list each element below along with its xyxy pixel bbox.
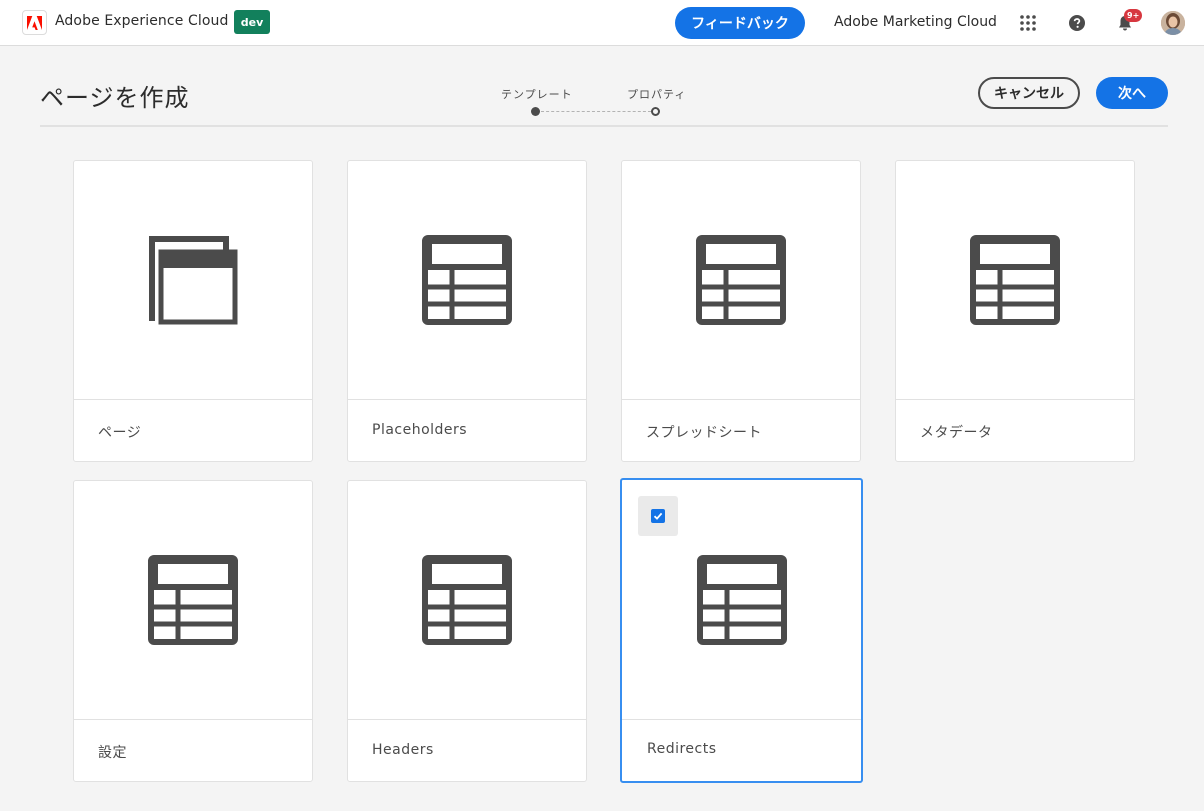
environment-badge: dev	[234, 10, 270, 34]
organization-switcher[interactable]: Adobe Marketing Cloud	[834, 14, 997, 30]
template-card-headers[interactable]: Headers	[347, 480, 587, 782]
card-title: Placeholders	[372, 422, 468, 438]
card-preview	[74, 161, 312, 400]
cancel-button[interactable]: キャンセル	[978, 77, 1080, 109]
card-preview	[622, 161, 860, 400]
title-divider	[40, 125, 1168, 127]
table-template-icon	[422, 235, 512, 325]
table-template-icon	[422, 555, 512, 645]
step-properties-label: プロパティ	[627, 88, 687, 101]
template-card-redirects[interactable]: Redirects	[620, 478, 863, 783]
next-button[interactable]: 次へ	[1096, 77, 1168, 109]
checkmark-icon	[651, 509, 665, 523]
template-card-spreadsheet[interactable]: スプレッドシート	[621, 160, 861, 462]
step-template-indicator	[531, 107, 540, 116]
top-navigation-bar: Adobe Experience Cloud dev フィードバック Adobe…	[0, 0, 1204, 46]
template-card-metadata[interactable]: メタデータ	[895, 160, 1135, 462]
notification-count-badge: 9+	[1124, 9, 1143, 22]
card-title: Redirects	[647, 741, 717, 757]
table-template-icon	[148, 555, 238, 645]
template-card-placeholders[interactable]: Placeholders	[347, 160, 587, 462]
step-progress-line	[541, 111, 651, 112]
table-template-icon	[697, 555, 787, 645]
brand-name[interactable]: Adobe Experience Cloud	[55, 13, 228, 29]
page-template-icon	[148, 235, 238, 325]
page-title: ページを作成	[40, 84, 190, 112]
apps-grid-icon[interactable]	[1017, 12, 1039, 34]
adobe-logo-icon[interactable]	[22, 10, 47, 35]
card-preview	[896, 161, 1134, 400]
card-title: スプレッドシート	[646, 425, 762, 441]
card-title: Headers	[372, 742, 434, 758]
card-preview	[348, 481, 586, 720]
card-title: 設定	[98, 745, 127, 761]
card-title: ページ	[98, 425, 142, 441]
card-select-checkbox[interactable]	[638, 496, 678, 536]
feedback-button[interactable]: フィードバック	[675, 7, 805, 39]
help-icon[interactable]	[1066, 12, 1088, 34]
card-title: メタデータ	[920, 425, 993, 441]
card-preview	[74, 481, 312, 720]
step-template-label: テンプレート	[501, 88, 573, 101]
avatar[interactable]	[1161, 11, 1185, 35]
step-properties-indicator	[651, 107, 660, 116]
template-card-page[interactable]: ページ	[73, 160, 313, 462]
template-card-settings[interactable]: 設定	[73, 480, 313, 782]
table-template-icon	[970, 235, 1060, 325]
table-template-icon	[696, 235, 786, 325]
card-preview	[348, 161, 586, 400]
